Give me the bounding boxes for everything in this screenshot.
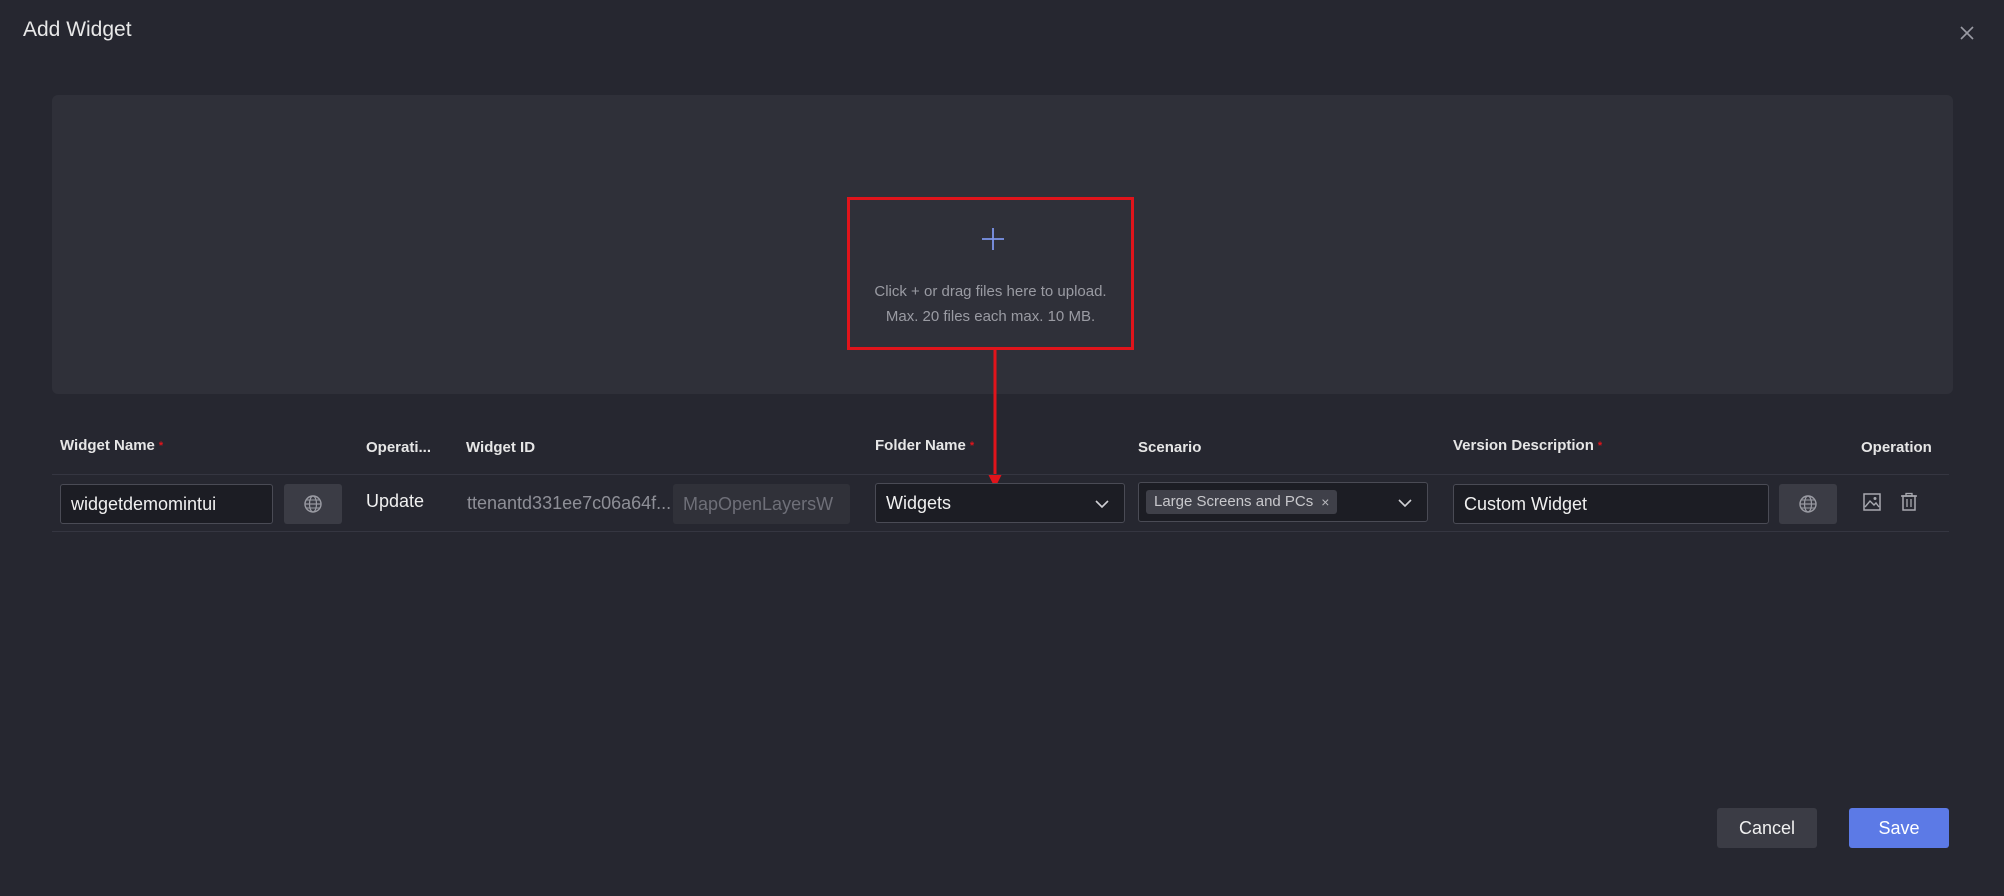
header-widget-id: Widget ID [466,439,536,456]
widget-id-input: MapOpenLayersW [673,484,850,524]
header-scenario: Scenario [1138,439,1202,456]
chevron-down-icon [1095,500,1109,509]
dialog-title: Add Widget [23,18,132,41]
row-divider [52,531,1949,532]
scenario-tag: Large Screens and PCs × [1146,490,1338,514]
operation-type-value: Update [366,491,425,511]
widget-id-prefix: ttenantd331ee7c06a64f... [467,493,672,513]
version-description-input[interactable]: Custom Widget [1453,484,1769,524]
folder-name-select[interactable]: Widgets [875,483,1125,523]
trash-icon[interactable] [1899,492,1919,512]
scenario-select[interactable]: Large Screens and PCs × [1138,482,1428,522]
globe-icon [1799,495,1817,513]
plus-icon[interactable] [981,227,1005,251]
version-description-translate-button[interactable] [1779,484,1837,524]
header-divider [52,474,1949,475]
close-icon[interactable] [1956,22,1978,44]
upload-hint: Click + or drag files here to upload. [874,283,1107,300]
image-icon[interactable] [1862,492,1882,512]
header-folder-name: Folder Name * [875,437,975,454]
tag-remove-icon[interactable]: × [1321,490,1329,514]
globe-icon [304,495,322,513]
header-version-description: Version Description * [1453,437,1603,454]
header-operation: Operation [1861,439,1932,456]
widget-name-translate-button[interactable] [284,484,342,524]
header-widget-name: Widget Name * [60,437,164,454]
scenario-tag-label: Large Screens and PCs [1154,493,1314,510]
upload-trigger[interactable]: Click + or drag files here to upload. Ma… [847,197,1134,350]
cancel-button[interactable]: Cancel [1717,808,1817,848]
chevron-down-icon [1398,499,1412,508]
widget-name-input[interactable]: widgetdemomintui [60,484,273,524]
annotation-arrow [988,350,1002,488]
upload-limit: Max. 20 files each max. 10 MB. [885,308,1096,325]
save-button[interactable]: Save [1849,808,1949,848]
folder-name-value: Widgets [886,493,952,513]
header-operation-type: Operati... [366,439,432,456]
